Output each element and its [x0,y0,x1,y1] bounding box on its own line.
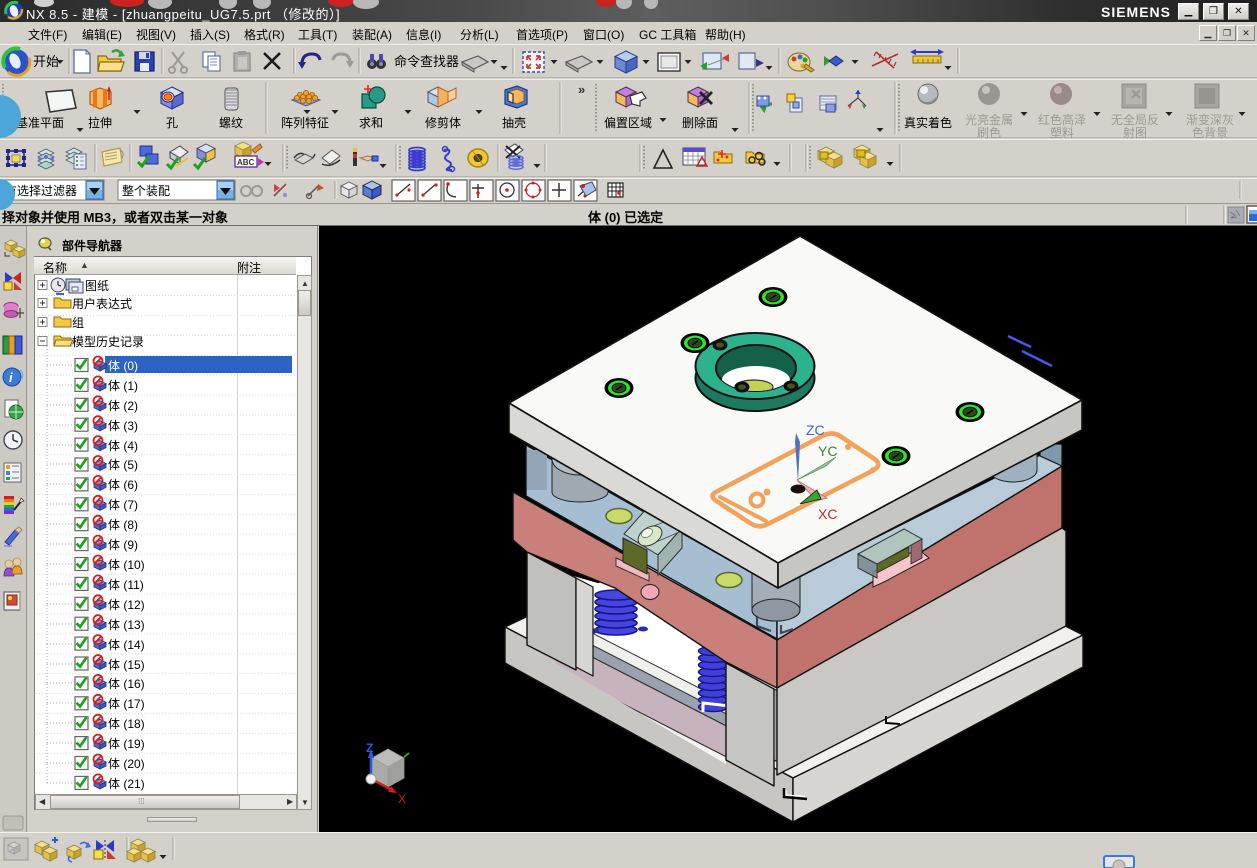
svg-text:X: X [398,792,406,806]
svg-text:XC: XC [818,506,837,522]
svg-text:ZC: ZC [806,422,825,438]
svg-text:YC: YC [818,443,837,459]
svg-text:Z: Z [366,741,373,755]
